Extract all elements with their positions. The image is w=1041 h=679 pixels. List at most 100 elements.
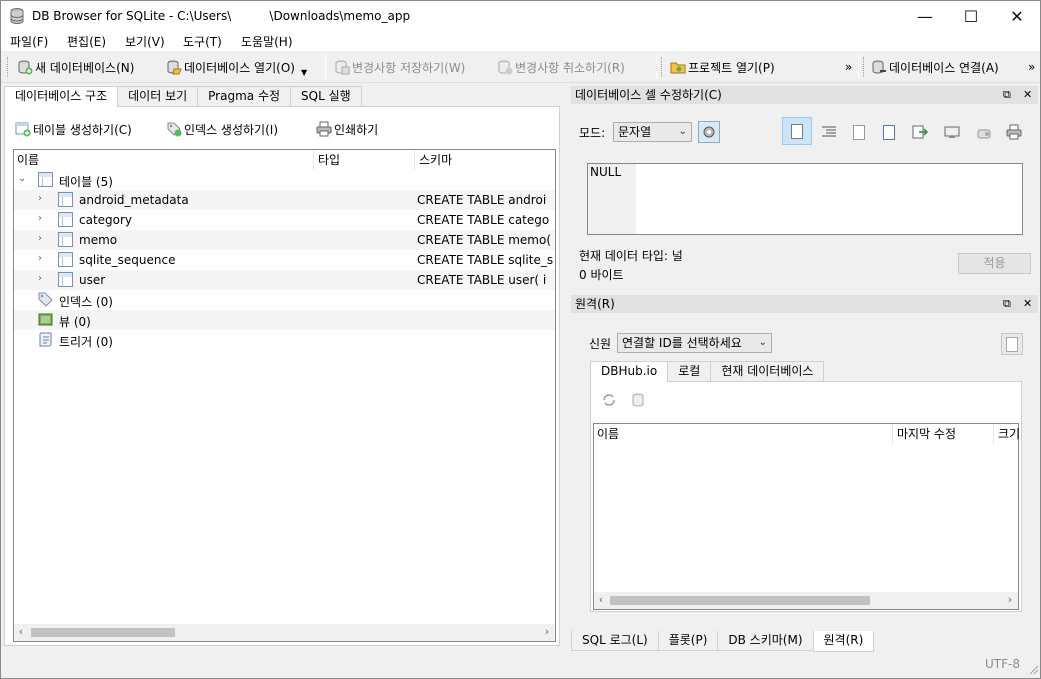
- column-divider[interactable]: [414, 150, 415, 170]
- tab-sql-log[interactable]: SQL 로그(L): [571, 631, 659, 651]
- scroll-right-icon[interactable]: ›: [1004, 593, 1016, 607]
- toolbar-grip[interactable]: [661, 57, 664, 77]
- horizontal-scrollbar[interactable]: ‹ ›: [14, 624, 555, 641]
- horizontal-scrollbar[interactable]: ‹ ›: [594, 592, 1018, 609]
- toolbar-overflow-button[interactable]: »: [845, 57, 852, 77]
- open-database-dropdown-icon[interactable]: ▼: [301, 68, 307, 77]
- toolbar-overflow-button-2[interactable]: »: [1028, 57, 1035, 77]
- expand-chevron-icon[interactable]: ›: [38, 193, 50, 205]
- tab-db-schema[interactable]: DB 스키마(M): [717, 631, 814, 651]
- dock-close-icon[interactable]: ✕: [1023, 295, 1032, 313]
- tab-plot[interactable]: 플롯(P): [657, 631, 719, 651]
- open-project-button[interactable]: 프로젝트 열기(P): [670, 57, 775, 77]
- chevron-down-icon: ⌄: [758, 337, 767, 348]
- column-header-schema[interactable]: 스키마: [416, 150, 452, 170]
- table-name: category: [79, 213, 133, 227]
- scroll-right-icon[interactable]: ›: [541, 625, 553, 639]
- column-divider[interactable]: [313, 150, 314, 170]
- import-button[interactable]: [848, 121, 870, 143]
- menu-tools[interactable]: 도구(T): [183, 33, 222, 50]
- create-index-icon: [167, 122, 182, 137]
- remote-tab-content: 이름 마지막 수정 크기 ‹ ›: [590, 381, 1022, 612]
- tab-local[interactable]: 로컬: [667, 361, 712, 381]
- column-divider[interactable]: [892, 424, 893, 444]
- remote-file-list[interactable]: 이름 마지막 수정 크기 ‹ ›: [593, 423, 1019, 610]
- tree-row-indices[interactable]: 인덱스 (0): [14, 290, 555, 310]
- tab-current-database[interactable]: 현재 데이터베이스: [710, 361, 825, 381]
- export-icon: [883, 124, 895, 140]
- menu-view[interactable]: 보기(V): [125, 33, 165, 50]
- tab-browse-data[interactable]: 데이터 보기: [117, 86, 199, 106]
- column-header-name[interactable]: 이름: [594, 424, 619, 444]
- print-cell-button[interactable]: [1003, 121, 1025, 143]
- scroll-left-icon[interactable]: ‹: [595, 593, 607, 607]
- table-row[interactable]: › category CREATE TABLE catego: [14, 210, 555, 230]
- menu-help[interactable]: 도움말(H): [241, 33, 293, 50]
- write-changes-button[interactable]: 변경사항 저장하기(W): [334, 57, 465, 77]
- identity-select[interactable]: 연결할 ID를 선택하세요 ⌄: [617, 333, 772, 353]
- export-button[interactable]: [878, 121, 900, 143]
- open-in-editor-button[interactable]: [941, 121, 963, 143]
- open-database-label: 데이터베이스 열기(O): [184, 60, 295, 75]
- resize-grip-icon[interactable]: [1027, 663, 1039, 675]
- apply-button[interactable]: 적용: [958, 253, 1031, 274]
- tree-row-views[interactable]: 뷰 (0): [14, 310, 555, 330]
- close-button[interactable]: ✕: [994, 1, 1040, 31]
- tab-dbhub[interactable]: DBHub.io: [590, 361, 669, 382]
- word-wrap-toggle[interactable]: [782, 117, 812, 145]
- write-changes-label: 변경사항 저장하기(W): [352, 60, 466, 75]
- identity-settings-button[interactable]: [1001, 333, 1023, 355]
- expand-chevron-icon[interactable]: ›: [38, 273, 50, 285]
- new-database-button[interactable]: 새 데이터베이스(N): [17, 57, 134, 77]
- expand-chevron-icon[interactable]: ›: [38, 253, 50, 265]
- undock-icon[interactable]: ⧉: [1003, 295, 1011, 313]
- create-table-button[interactable]: 테이블 생성하기(C): [15, 119, 132, 139]
- maximize-button[interactable]: ☐: [948, 1, 994, 31]
- image-button[interactable]: [973, 121, 995, 143]
- toolbar-grip[interactable]: [7, 57, 10, 77]
- table-row[interactable]: › android_metadata CREATE TABLE androi: [14, 190, 555, 210]
- expand-chevron-icon[interactable]: ›: [38, 213, 50, 225]
- certificate-icon: [1006, 336, 1018, 352]
- attach-database-button[interactable]: 데이터베이스 연결(A): [871, 57, 999, 77]
- minimize-button[interactable]: —: [902, 1, 948, 31]
- mode-select[interactable]: 문자열 ⌄: [613, 122, 692, 142]
- tree-row-tables[interactable]: ⌄ 테이블 (5): [14, 170, 555, 190]
- auto-format-button[interactable]: [818, 121, 840, 143]
- toolbar-grip[interactable]: [863, 57, 866, 77]
- expand-chevron-icon[interactable]: ›: [38, 233, 50, 245]
- collapse-chevron-icon[interactable]: ⌄: [18, 173, 30, 185]
- table-row[interactable]: › sqlite_sequence CREATE TABLE sqlite_s: [14, 250, 555, 270]
- open-database-button[interactable]: 데이터베이스 열기(O) ▼: [166, 57, 307, 77]
- column-header-size[interactable]: 크기: [995, 424, 1019, 444]
- set-null-button[interactable]: [909, 121, 931, 143]
- table-row[interactable]: › memo CREATE TABLE memo(: [14, 230, 555, 250]
- print-button[interactable]: 인쇄하기: [316, 119, 378, 139]
- auto-switch-mode-button[interactable]: [698, 121, 720, 143]
- print-label: 인쇄하기: [334, 122, 379, 137]
- create-index-button[interactable]: 인덱스 생성하기(I): [166, 119, 278, 139]
- scrollbar-thumb[interactable]: [610, 596, 870, 605]
- tab-execute-sql[interactable]: SQL 실행: [290, 86, 362, 106]
- import-icon: [853, 124, 865, 140]
- refresh-icon[interactable]: [601, 392, 617, 408]
- scrollbar-thumb[interactable]: [31, 628, 175, 637]
- column-header-name[interactable]: 이름: [14, 150, 39, 170]
- menu-edit[interactable]: 편집(E): [67, 33, 106, 50]
- clone-database-icon[interactable]: [631, 392, 647, 408]
- undock-icon[interactable]: ⧉: [1003, 86, 1011, 104]
- table-row[interactable]: › user CREATE TABLE user( i: [14, 270, 555, 290]
- column-header-last-modified[interactable]: 마지막 수정: [894, 424, 956, 444]
- column-header-type[interactable]: 타입: [315, 150, 340, 170]
- tab-edit-pragmas[interactable]: Pragma 수정: [197, 86, 292, 106]
- cell-editor[interactable]: NULL: [587, 163, 1023, 235]
- revert-changes-button[interactable]: 변경사항 취소하기(R): [497, 57, 625, 77]
- menu-file[interactable]: 파일(F): [10, 33, 48, 50]
- tree-row-triggers[interactable]: 트리거 (0): [14, 330, 555, 350]
- schema-tree[interactable]: 이름 타입 스키마 ⌄ 테이블 (5) › android_metadata C…: [13, 149, 556, 642]
- column-divider[interactable]: [993, 424, 994, 444]
- tab-database-structure[interactable]: 데이터베이스 구조: [4, 86, 119, 107]
- tab-remote[interactable]: 원격(R): [812, 631, 875, 652]
- dock-close-icon[interactable]: ✕: [1023, 86, 1032, 104]
- scroll-left-icon[interactable]: ‹: [15, 625, 27, 639]
